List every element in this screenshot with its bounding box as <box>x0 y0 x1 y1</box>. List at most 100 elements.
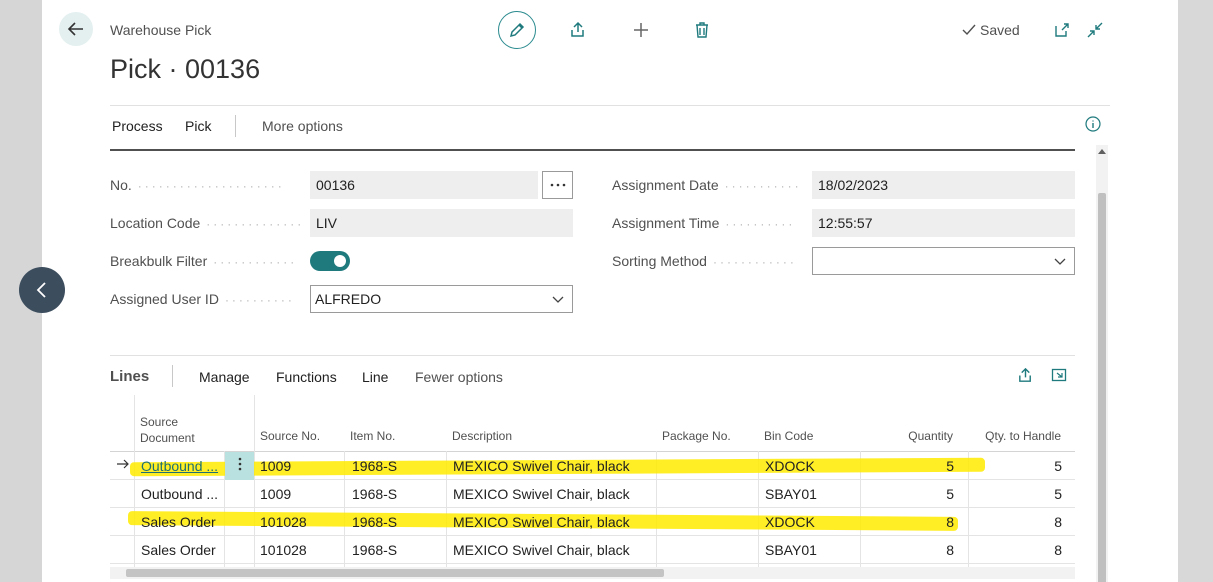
check-icon <box>962 24 976 36</box>
source-document-cell[interactable]: Sales Order <box>141 536 223 564</box>
sorting-method-select[interactable] <box>812 247 1075 275</box>
collapse-icon <box>1087 22 1103 38</box>
description-cell[interactable]: MEXICO Swivel Chair, black <box>453 480 653 508</box>
quantity-cell[interactable]: 8 <box>862 536 954 564</box>
back-button[interactable] <box>59 12 93 46</box>
breakbulk-filter-label: Breakbulk Filter ············ <box>110 253 298 269</box>
assigned-user-id-label: Assigned User ID ·········· <box>110 291 295 307</box>
chevron-left-icon <box>36 282 46 298</box>
quantity-cell[interactable]: 5 <box>862 480 954 508</box>
qty-to-handle-cell[interactable]: 5 <box>970 452 1062 480</box>
previous-page-button[interactable] <box>19 267 65 313</box>
package-no-cell[interactable] <box>662 536 752 564</box>
source-no-cell[interactable]: 1009 <box>260 480 340 508</box>
description-cell[interactable]: MEXICO Swivel Chair, black <box>453 508 653 536</box>
page-caption: Warehouse Pick <box>110 22 212 38</box>
item-no-cell[interactable]: 1968-S <box>352 508 442 536</box>
assigned-user-id-value: ALFREDO <box>315 291 382 307</box>
assigned-user-id-select[interactable]: ALFREDO <box>310 285 573 313</box>
table-row[interactable]: Outbound ... 1009 1968-S MEXICO Swivel C… <box>110 452 1075 480</box>
bin-code-header[interactable]: Bin Code <box>764 395 854 451</box>
source-document-cell[interactable]: Outbound ... <box>141 480 223 508</box>
item-no-header[interactable]: Item No. <box>350 395 440 451</box>
lines-action-bar: Lines Manage Functions Line Fewer option… <box>110 355 1075 395</box>
location-code-label: Location Code ·············· <box>110 215 305 231</box>
bin-code-cell[interactable]: XDOCK <box>765 452 855 480</box>
lines-title[interactable]: Lines <box>110 368 149 385</box>
no-assist-button[interactable] <box>542 171 573 199</box>
source-document-header[interactable]: Source Document <box>140 395 230 451</box>
location-code-field[interactable]: LIV <box>310 209 573 237</box>
open-new-window-button[interactable] <box>1050 18 1074 42</box>
package-no-cell[interactable] <box>662 508 752 536</box>
breakbulk-filter-toggle[interactable] <box>310 251 350 271</box>
functions-menu[interactable]: Functions <box>276 369 337 385</box>
share-button[interactable] <box>566 18 590 42</box>
no-field[interactable]: 00136 <box>310 171 538 199</box>
horizontal-scrollbar[interactable] <box>110 567 1075 579</box>
lines-grid: Source Document Source No. Item No. Descr… <box>110 395 1075 582</box>
description-header[interactable]: Description <box>452 395 652 451</box>
table-row[interactable]: Outbound ... 1009 1968-S MEXICO Swivel C… <box>110 480 1075 508</box>
bin-code-cell[interactable]: XDOCK <box>765 508 855 536</box>
more-options-menu[interactable]: More options <box>262 118 343 134</box>
save-status: Saved <box>962 22 1020 38</box>
action-bar: Process Pick More options <box>110 105 1110 145</box>
info-icon <box>1085 116 1101 132</box>
process-menu[interactable]: Process <box>112 118 163 134</box>
assignment-time-field[interactable]: 12:55:57 <box>812 209 1075 237</box>
package-no-header[interactable]: Package No. <box>662 395 752 451</box>
qty-to-handle-cell[interactable]: 5 <box>970 480 1062 508</box>
quantity-cell[interactable]: 5 <box>862 452 954 480</box>
no-label: No. ····················· <box>110 177 285 193</box>
chevron-down-icon <box>1054 258 1066 265</box>
qty-to-handle-header[interactable]: Qty. to Handle <box>968 395 1061 451</box>
action-separator <box>235 115 236 137</box>
item-no-cell[interactable]: 1968-S <box>352 480 442 508</box>
source-no-cell[interactable]: 101028 <box>260 508 340 536</box>
new-button[interactable] <box>629 18 653 42</box>
item-no-cell[interactable]: 1968-S <box>352 536 442 564</box>
qty-to-handle-cell[interactable]: 8 <box>970 536 1062 564</box>
package-no-cell[interactable] <box>662 452 752 480</box>
plus-icon <box>634 23 648 37</box>
edit-button[interactable] <box>498 11 536 49</box>
package-no-cell[interactable] <box>662 480 752 508</box>
info-button[interactable] <box>1085 116 1101 137</box>
delete-button[interactable] <box>690 18 714 42</box>
vertical-scroll-thumb[interactable] <box>1098 193 1106 582</box>
line-menu[interactable]: Line <box>362 369 388 385</box>
source-no-cell[interactable]: 101028 <box>260 536 340 564</box>
table-row[interactable]: Sales Order 101028 1968-S MEXICO Swivel … <box>110 536 1075 564</box>
vertical-scrollbar[interactable] <box>1096 145 1108 582</box>
fewer-options-menu[interactable]: Fewer options <box>415 369 503 385</box>
open-new-window-icon <box>1055 23 1069 37</box>
description-cell[interactable]: MEXICO Swivel Chair, black <box>453 536 653 564</box>
pencil-icon <box>509 22 525 38</box>
lines-share-button[interactable] <box>1017 367 1034 389</box>
source-document-cell[interactable]: Outbound ... <box>141 452 223 480</box>
quantity-header[interactable]: Quantity <box>862 395 953 451</box>
bin-code-cell[interactable]: SBAY01 <box>765 480 855 508</box>
item-no-cell[interactable]: 1968-S <box>352 452 442 480</box>
assignment-date-field[interactable]: 18/02/2023 <box>812 171 1075 199</box>
lines-separator <box>172 365 173 387</box>
manage-menu[interactable]: Manage <box>199 369 250 385</box>
source-no-header[interactable]: Source No. <box>260 395 345 451</box>
page-title: Pick · 00136 <box>110 54 261 84</box>
quantity-cell[interactable]: 8 <box>862 508 954 536</box>
lines-expand-button[interactable] <box>1051 367 1067 388</box>
right-backdrop <box>1178 0 1213 582</box>
table-row[interactable]: Sales Order 101028 1968-S MEXICO Swivel … <box>110 508 1075 536</box>
collapse-button[interactable] <box>1083 18 1107 42</box>
pick-menu[interactable]: Pick <box>185 118 211 134</box>
qty-to-handle-cell[interactable]: 8 <box>970 508 1062 536</box>
horizontal-scroll-thumb[interactable] <box>126 569 664 577</box>
bin-code-cell[interactable]: SBAY01 <box>765 536 855 564</box>
source-no-cell[interactable]: 1009 <box>260 452 340 480</box>
scroll-up-icon[interactable] <box>1098 149 1106 154</box>
row-menu-button[interactable] <box>225 452 254 480</box>
description-cell[interactable]: MEXICO Swivel Chair, black <box>453 452 653 480</box>
source-document-cell[interactable]: Sales Order <box>141 508 223 536</box>
expand-icon <box>1051 368 1067 382</box>
